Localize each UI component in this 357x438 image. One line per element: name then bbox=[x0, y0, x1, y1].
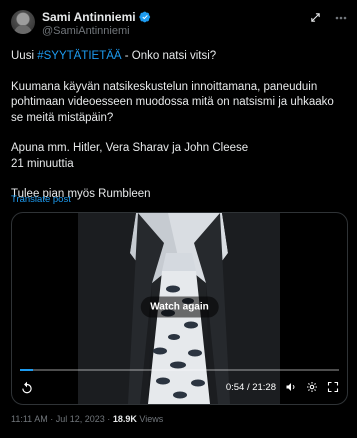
tweet-line-1-prefix: Uusi bbox=[11, 50, 38, 62]
watch-again-button[interactable]: Watch again bbox=[140, 296, 219, 318]
views-count: 18.9K bbox=[112, 414, 137, 424]
video-progress-fill bbox=[20, 369, 34, 371]
more-icon[interactable] bbox=[335, 16, 347, 20]
author-name[interactable]: Sami Antinniemi bbox=[42, 10, 136, 24]
video-time: 0:54 / 21:28 bbox=[225, 381, 276, 393]
meta-separator-1: · bbox=[50, 414, 54, 424]
video-progress-bar[interactable] bbox=[20, 369, 339, 371]
video-controls: 0:54 / 21:28 bbox=[20, 381, 339, 395]
translate-link[interactable]: Translate post bbox=[11, 194, 71, 205]
video-player[interactable]: Watch again 0:54 / 21:28 bbox=[11, 212, 348, 405]
video-controls-right: 0:54 / 21:28 bbox=[226, 381, 339, 393]
replay-icon[interactable] bbox=[20, 381, 34, 395]
header-actions bbox=[310, 12, 347, 23]
author-handle[interactable]: @SamiAntinniemi bbox=[42, 25, 130, 37]
tweet-text: Uusi #SYYTÄTIETÄÄ - Onko natsi vitsi? Ku… bbox=[11, 49, 349, 203]
tweet-line-4: 21 minuuttia bbox=[11, 157, 74, 170]
tweet-line-1: Uusi #SYYTÄTIETÄÄ - Onko natsi vitsi? bbox=[11, 49, 349, 65]
tweet-paragraph-2: Kuumana käyvän natsikeskustelun innoitta… bbox=[11, 80, 334, 124]
hashtag-link[interactable]: #SYYTÄTIETÄÄ bbox=[37, 50, 121, 62]
meta-separator-2: · bbox=[107, 414, 111, 424]
views-label: Views bbox=[139, 414, 164, 424]
grok-icon[interactable] bbox=[310, 12, 321, 23]
tweet-meta: 11:11 AM · Jul 12, 2023 · 18.9K Views bbox=[11, 414, 163, 424]
tweet: Sami Antinniemi @SamiAntinniemi Uusi #SY… bbox=[0, 0, 357, 438]
verified-badge-icon bbox=[138, 11, 150, 23]
avatar[interactable] bbox=[11, 10, 35, 34]
tweet-date[interactable]: Jul 12, 2023 bbox=[56, 414, 105, 424]
settings-icon[interactable] bbox=[306, 381, 318, 393]
tweet-time[interactable]: 11:11 AM bbox=[11, 414, 48, 424]
tweet-line-3: Apuna mm. Hitler, Vera Sharav ja John Cl… bbox=[11, 142, 249, 154]
tweet-line-1-suffix: - Onko natsi vitsi? bbox=[121, 50, 217, 62]
author-row: Sami Antinniemi bbox=[42, 10, 151, 24]
fullscreen-icon[interactable] bbox=[327, 381, 339, 393]
volume-icon[interactable] bbox=[285, 381, 297, 393]
